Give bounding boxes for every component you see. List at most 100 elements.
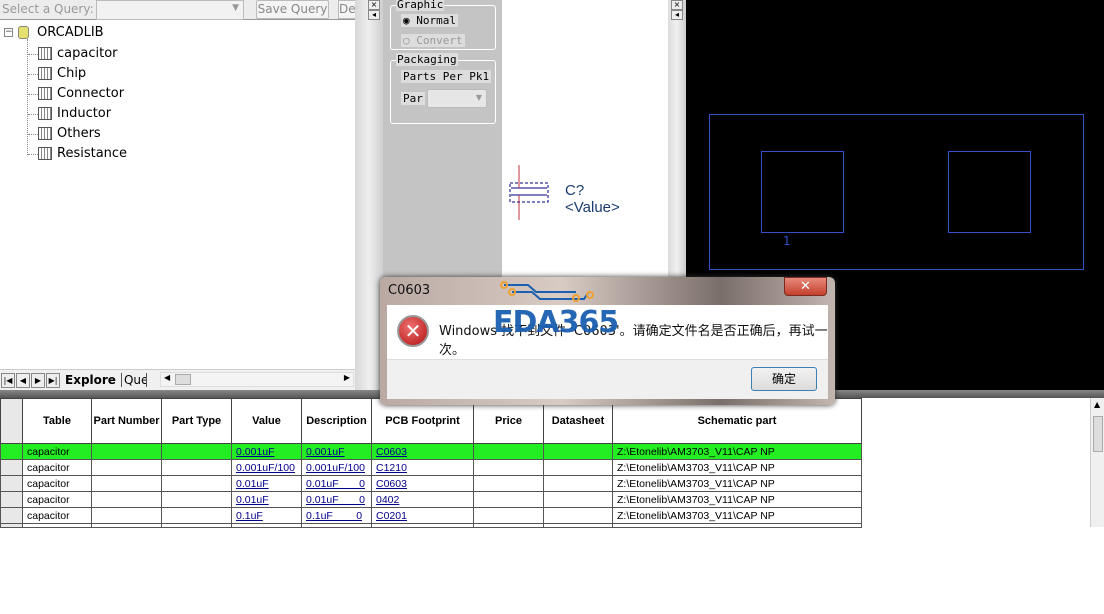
collapse-left-icon[interactable]: ◂ <box>368 10 380 20</box>
query-select[interactable]: ▼ <box>96 0 244 20</box>
scroll-thumb[interactable] <box>175 374 191 385</box>
table-cell[interactable]: capacitor <box>22 443 92 460</box>
last-tab-icon[interactable]: ▶| <box>46 372 60 388</box>
table-row[interactable]: capacitor 0.001uF 0.001uF C0603 Z:\Etonelib\… <box>0 443 862 460</box>
cell-link[interactable]: C0603 <box>376 446 407 458</box>
table-cell[interactable]: 0.001uF/100 <box>231 459 302 476</box>
table-cell[interactable]: Z:\Etonelib\AM3703_V11\CAP NP <box>612 459 862 476</box>
table-cell[interactable]: capacitor <box>22 491 92 508</box>
cell-link[interactable]: 0.1uF <box>236 510 263 522</box>
row-header[interactable] <box>0 507 23 524</box>
save-query-button[interactable]: Save Query <box>256 0 329 19</box>
table-cell[interactable]: 0.01uF 0 <box>301 491 372 508</box>
table-cell[interactable]: 0.1uF 0 <box>301 507 372 524</box>
cell-link[interactable]: 0.001uF <box>236 446 275 458</box>
close-icon[interactable]: × <box>671 0 683 10</box>
table-cell[interactable] <box>543 507 613 524</box>
table-row[interactable]: capacitor 0.01uF 0.01uF 0 0402 Z:\Etonelib\A… <box>0 491 862 508</box>
table-cell[interactable]: 0.01uF <box>231 491 302 508</box>
table-cell[interactable] <box>543 443 613 460</box>
table-cell[interactable]: 0.001uF <box>301 443 372 460</box>
row-header[interactable] <box>0 443 23 460</box>
tree-item-others[interactable]: Others <box>38 126 101 141</box>
row-header[interactable] <box>0 475 23 492</box>
collapse-left-icon[interactable]: ◂ <box>671 10 683 20</box>
table-cell[interactable] <box>473 459 544 476</box>
table-cell[interactable] <box>473 491 544 508</box>
col-datasheet[interactable]: Datasheet <box>543 398 613 444</box>
table-cell[interactable] <box>473 443 544 460</box>
tree-item-chip[interactable]: Chip <box>38 66 86 81</box>
table-cell[interactable]: 0.001uF/100 <box>301 459 372 476</box>
prev-tab-icon[interactable]: ◀ <box>16 372 30 388</box>
tree-root[interactable]: − ORCADLIB <box>4 25 104 40</box>
tree-item-resistance[interactable]: Resistance <box>38 146 127 161</box>
part-select[interactable]: ▼ <box>427 89 487 108</box>
row-header[interactable] <box>0 491 23 508</box>
cell-link[interactable]: 0.001uF/100 <box>236 462 295 474</box>
col-schematic-part[interactable]: Schematic part <box>612 398 862 444</box>
table-row-partial[interactable] <box>0 523 862 528</box>
table-cell[interactable] <box>473 507 544 524</box>
tree-item-connector[interactable]: Connector <box>38 86 124 101</box>
tab-explore[interactable]: Explore <box>61 373 120 387</box>
table-cell[interactable] <box>91 459 162 476</box>
delete-query-button[interactable]: De <box>338 0 356 19</box>
cell-link[interactable]: C0603 <box>376 478 407 490</box>
horizontal-scrollbar[interactable]: ◀ ▶ <box>160 372 354 387</box>
table-cell[interactable]: 0.01uF <box>231 475 302 492</box>
cell-link[interactable]: 0.001uF <box>306 446 345 458</box>
table-cell[interactable] <box>473 475 544 492</box>
table-row[interactable]: capacitor 0.1uF 0.1uF 0 C0201 Z:\Etonelib\AM… <box>0 507 862 524</box>
tab-query[interactable]: Que <box>120 373 147 387</box>
col-table[interactable]: Table <box>22 398 92 444</box>
table-cell[interactable] <box>161 507 232 524</box>
cell-link[interactable]: C1210 <box>376 462 407 474</box>
panel-splitter[interactable]: × ◂ <box>355 0 383 390</box>
table-cell[interactable]: Z:\Etonelib\AM3703_V11\CAP NP <box>612 507 862 524</box>
tree-item-inductor[interactable]: Inductor <box>38 106 111 121</box>
table-cell[interactable]: Z:\Etonelib\AM3703_V11\CAP NP <box>612 443 862 460</box>
tree-item-capacitor[interactable]: capacitor <box>38 46 118 61</box>
cell-link[interactable]: 0.01uF <box>236 494 269 506</box>
table-cell[interactable]: 0.01uF 0 <box>301 475 372 492</box>
table-cell[interactable]: C1210 <box>371 459 474 476</box>
cell-link[interactable]: 0.01uF 0 <box>306 494 365 506</box>
table-cell[interactable]: 0.1uF <box>231 507 302 524</box>
table-cell[interactable] <box>543 475 613 492</box>
collapse-icon[interactable]: − <box>4 28 13 37</box>
table-cell[interactable] <box>161 475 232 492</box>
dialog-close-button[interactable]: ✕ <box>784 277 827 296</box>
radio-normal[interactable]: ◉ Normal <box>401 14 458 27</box>
col-price[interactable]: Price <box>473 398 544 444</box>
scroll-thumb[interactable] <box>1093 416 1103 452</box>
table-cell[interactable] <box>91 443 162 460</box>
table-row[interactable]: capacitor 0.01uF 0.01uF 0 C0603 Z:\Etonelib\… <box>0 475 862 492</box>
table-cell[interactable] <box>91 491 162 508</box>
cell-link[interactable]: 0.01uF <box>236 478 269 490</box>
table-cell[interactable]: C0603 <box>371 475 474 492</box>
table-cell[interactable]: 0.001uF <box>231 443 302 460</box>
table-cell[interactable] <box>543 459 613 476</box>
col-description[interactable]: Description <box>301 398 372 444</box>
table-cell[interactable]: C0201 <box>371 507 474 524</box>
row-header[interactable] <box>0 459 23 476</box>
table-cell[interactable] <box>161 459 232 476</box>
table-cell[interactable]: Z:\Etonelib\AM3703_V11\CAP NP <box>612 475 862 492</box>
table-cell[interactable]: capacitor <box>22 507 92 524</box>
first-tab-icon[interactable]: |◀ <box>1 372 15 388</box>
next-tab-icon[interactable]: ▶ <box>31 372 45 388</box>
cell-link[interactable]: C0201 <box>376 510 407 522</box>
vertical-scrollbar[interactable]: ▲ <box>1090 398 1104 527</box>
table-cell[interactable] <box>161 443 232 460</box>
table-cell[interactable]: C0603 <box>371 443 474 460</box>
table-cell[interactable]: Z:\Etonelib\AM3703_V11\CAP NP <box>612 491 862 508</box>
cell-link[interactable]: 0.001uF/100 <box>306 462 365 474</box>
cell-link[interactable]: 0.01uF 0 <box>306 478 365 490</box>
table-cell[interactable] <box>91 507 162 524</box>
table-cell[interactable] <box>161 491 232 508</box>
col-part-number[interactable]: Part Number <box>91 398 162 444</box>
table-row[interactable]: capacitor 0.001uF/100 0.001uF/100 C1210 Z:\E… <box>0 459 862 476</box>
cell-link[interactable]: 0.1uF 0 <box>306 510 362 522</box>
table-cell[interactable] <box>91 475 162 492</box>
